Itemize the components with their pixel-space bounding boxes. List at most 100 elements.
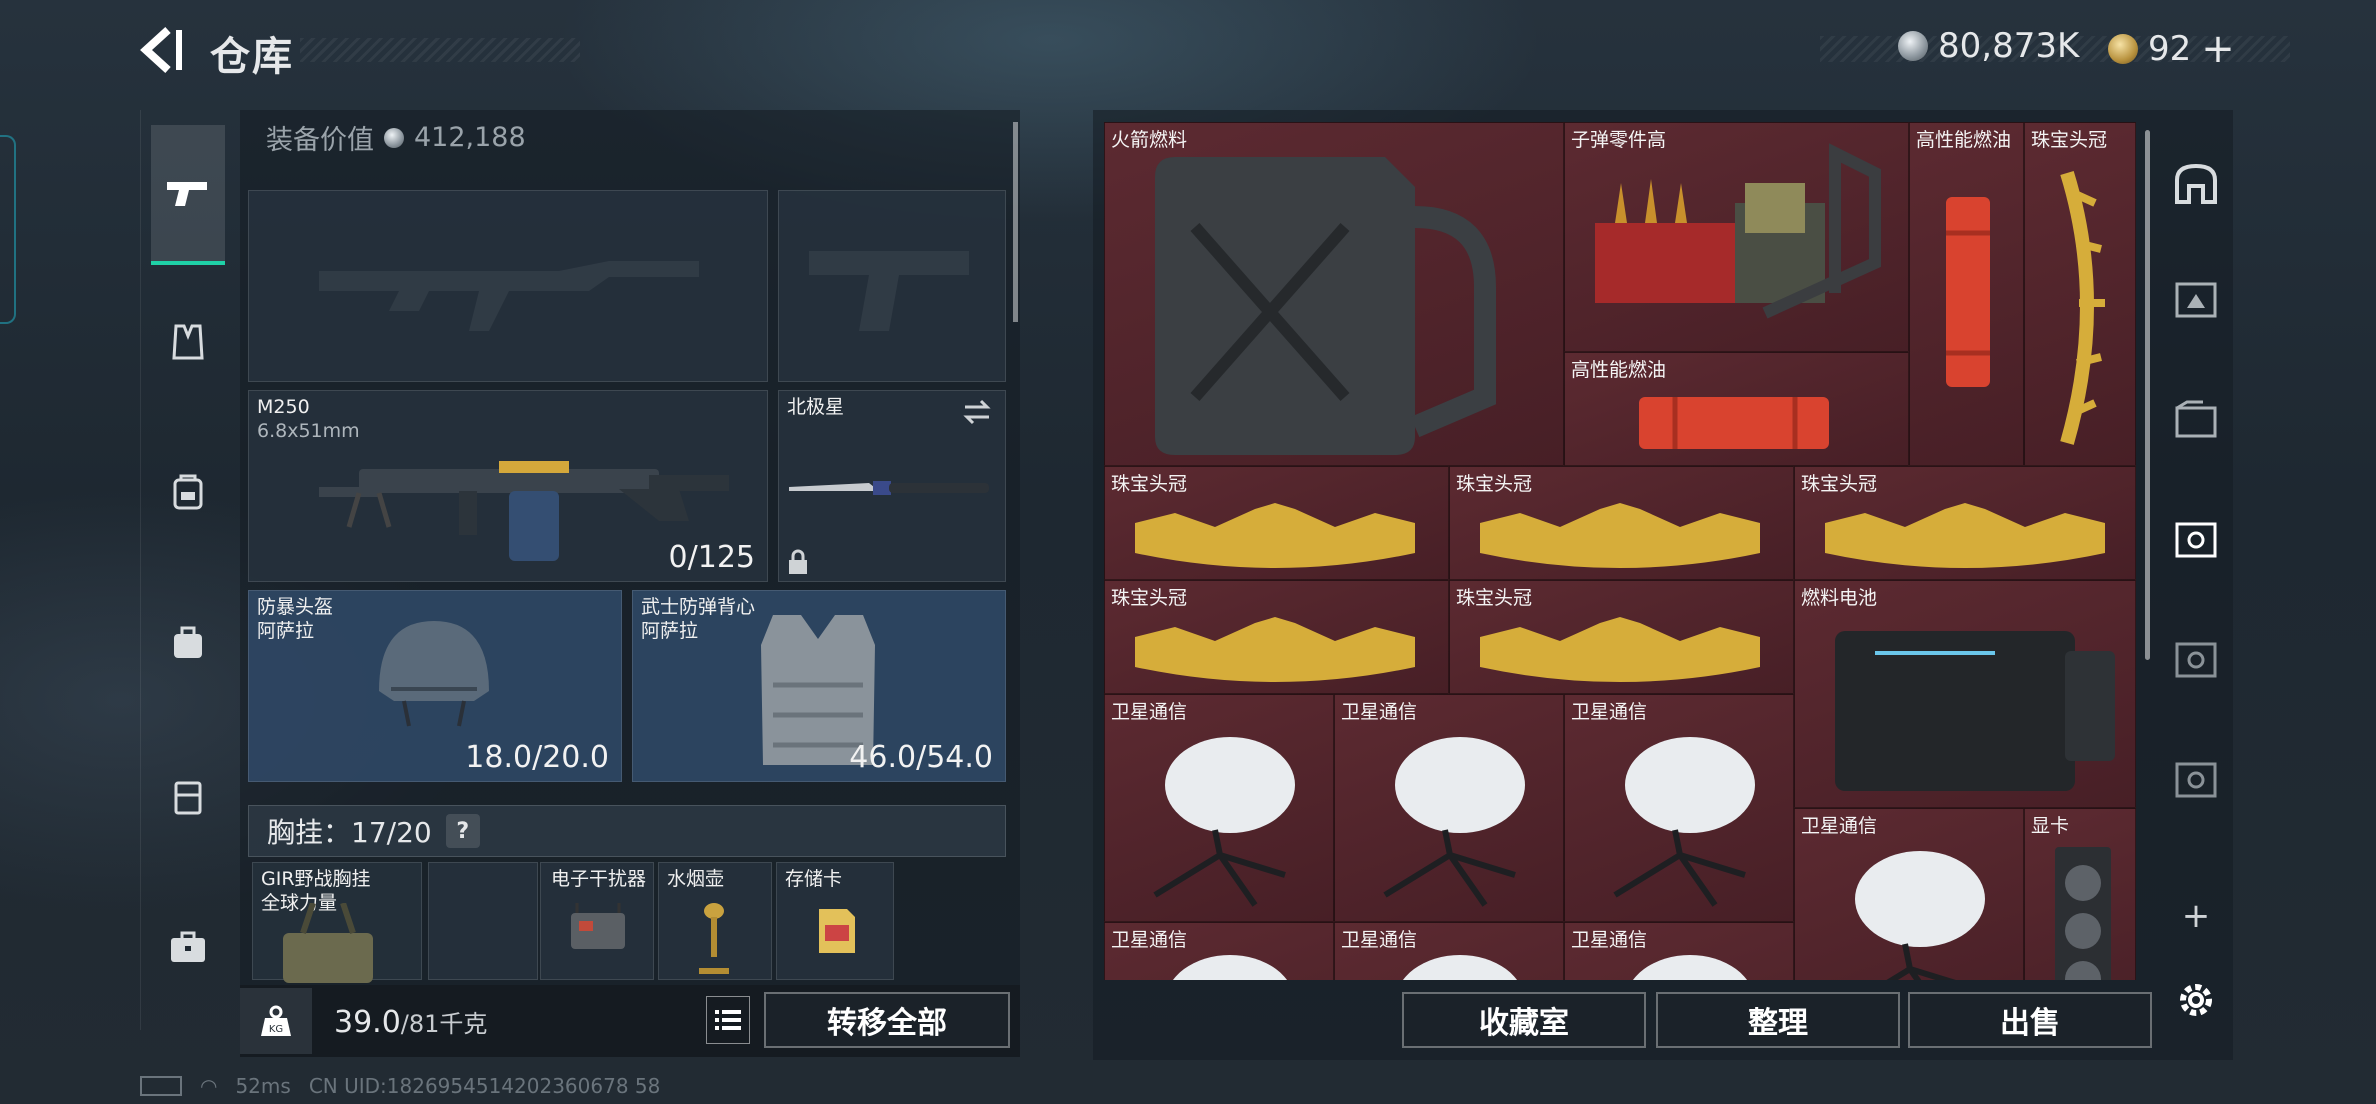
armor-faction: 阿萨拉 — [641, 620, 699, 642]
sell-button[interactable]: 出售 — [1908, 992, 2152, 1048]
bag-icon — [174, 626, 202, 658]
silver-coin-icon — [384, 127, 404, 148]
secondary-weapon-slot-empty[interactable] — [778, 190, 1006, 382]
rig-item-label: 电子干扰器 — [551, 868, 647, 890]
nav-chest-rig[interactable] — [151, 760, 225, 834]
stash-tab-2[interactable] — [2166, 270, 2226, 330]
helmet-label: 防暴头盔 阿萨拉 — [257, 595, 333, 643]
satellite-dish-image — [1402, 955, 1518, 980]
armor-name: 武士防弹背心 — [641, 596, 756, 618]
stash-item-satellite-comms[interactable]: 卫星通信 — [1104, 922, 1334, 980]
battery-icon — [140, 1076, 182, 1096]
equipment-value: 装备价值 412,188 — [266, 118, 526, 157]
equipment-scrollbar[interactable] — [1013, 122, 1018, 322]
stash-item-satellite-comms[interactable]: 卫星通信 — [1334, 922, 1564, 980]
help-icon[interactable]: ? — [445, 814, 480, 848]
stash-item-satellite-comms[interactable]: 卫星通信 — [1794, 808, 2024, 980]
nav-bag[interactable] — [151, 605, 225, 679]
add-gold-icon[interactable]: + — [2201, 26, 2235, 72]
rig-slot-empty[interactable] — [428, 862, 538, 980]
rig-item-jammer[interactable]: 电子干扰器 — [540, 862, 654, 980]
stash-item-high-perf-fuel-2[interactable]: 高性能燃油 — [1564, 352, 1909, 466]
stash-item-high-perf-fuel[interactable]: 高性能燃油 — [1909, 122, 2024, 466]
helmet-slot[interactable]: 防暴头盔 阿萨拉 18.0/20.0 — [248, 590, 622, 782]
left-nav — [140, 110, 235, 1030]
stash-tab-4[interactable] — [2166, 510, 2226, 570]
stash-item-jewel-crown[interactable]: 珠宝头冠 — [2024, 122, 2136, 466]
swap-icon[interactable] — [961, 399, 993, 425]
chest-rig-value: 17/20 — [351, 816, 432, 849]
stash-item-satellite-comms[interactable]: 卫星通信 — [1564, 922, 1794, 980]
helmet-image — [379, 621, 489, 727]
equipment-value-amount: 412,188 — [414, 122, 526, 153]
primary-weapon-slot-empty[interactable] — [248, 190, 768, 382]
rig-name: GIR野战胸挂 — [261, 868, 371, 890]
rig-item-hookah[interactable]: 水烟壶 — [658, 862, 772, 980]
weight-max: /81千克 — [400, 1010, 488, 1038]
melee-weapon-slot[interactable]: 北极星 — [778, 390, 1006, 582]
item-label: 珠宝头冠 — [1801, 473, 1878, 495]
nav-armor[interactable] — [151, 305, 225, 379]
item-label: 燃料电池 — [1801, 587, 1878, 609]
stash-item-fuel-cell[interactable]: 燃料电池 — [1794, 580, 2136, 808]
silver-coin-icon — [1898, 31, 1928, 61]
primary-weapon-slot[interactable]: M250 6.8x51mm 0/125 — [248, 390, 768, 582]
helmet-durability: 18.0/20.0 — [465, 740, 609, 775]
backpack-icon — [173, 474, 203, 510]
chest-rig-item[interactable]: GIR野战胸挂 全球力量 — [252, 862, 422, 983]
list-view-button[interactable] — [706, 996, 750, 1044]
nav-case[interactable] — [151, 910, 225, 984]
stash-item-rocket-fuel[interactable]: 火箭燃料 — [1104, 122, 1564, 466]
item-label: 卫星通信 — [1341, 701, 1418, 723]
nav-backpack[interactable] — [151, 455, 225, 529]
rig-item-label: 水烟壶 — [667, 868, 725, 890]
stash-tab-6[interactable] — [2166, 750, 2226, 810]
chest-rig-capacity: 胸挂：17/20 — [267, 816, 432, 849]
settings-button[interactable] — [2166, 970, 2226, 1030]
fuel-canister-image — [1639, 397, 1829, 449]
weapon-name: M250 — [257, 396, 310, 418]
item-label: 珠宝头冠 — [1111, 587, 1188, 609]
memory-card-image — [819, 909, 855, 953]
collection-room-button[interactable]: 收藏室 — [1402, 992, 1646, 1048]
nav-weapons[interactable] — [151, 125, 225, 265]
storage-tab-icon — [2175, 762, 2217, 798]
stash-item-ammo-parts[interactable]: 子弹零件高 — [1564, 122, 1909, 352]
crown-image — [1135, 617, 1415, 682]
stash-item-satellite-comms[interactable]: 卫星通信 — [1564, 694, 1794, 922]
stash-tab-3[interactable] — [2166, 390, 2226, 450]
stash-scrollbar[interactable] — [2145, 130, 2150, 660]
weight-readout: 39.0/81千克 — [334, 1004, 487, 1040]
satellite-dish-image — [1153, 737, 1295, 907]
crown-image — [1480, 617, 1760, 682]
back-button[interactable] — [138, 24, 186, 76]
stash-tab-main[interactable] — [2166, 154, 2226, 214]
weight-icon: KG — [261, 1005, 291, 1036]
sort-button[interactable]: 整理 — [1656, 992, 1900, 1048]
stash-item-jewel-crown[interactable]: 珠宝头冠 — [1794, 466, 2136, 580]
page-title: 仓库 — [210, 34, 294, 80]
armor-slot[interactable]: 武士防弹背心 阿萨拉 46.0/54.0 — [632, 590, 1006, 782]
settings-icon — [2180, 984, 2212, 1016]
lock-icon — [789, 549, 807, 574]
chest-rig-capacity-bar: 胸挂：17/20 ? — [248, 805, 1006, 857]
item-label: 珠宝头冠 — [1456, 587, 1533, 609]
stash-item-satellite-comms[interactable]: 卫星通信 — [1334, 694, 1564, 922]
stash-tab-5[interactable] — [2166, 630, 2226, 690]
status-bar: ◠ 52ms CN UID:1826954514202360678 58 — [140, 1074, 660, 1098]
stash-item-jewel-crown[interactable]: 珠宝头冠 — [1449, 466, 1794, 580]
add-stash-tab-button[interactable]: + — [2166, 886, 2226, 946]
gold-coin-icon — [2108, 34, 2138, 64]
rig-image — [283, 903, 373, 983]
stash-item-graphics-card[interactable]: 显卡 — [2024, 808, 2136, 980]
transfer-all-button[interactable]: 转移全部 — [764, 992, 1010, 1048]
stash-item-satellite-comms[interactable]: 卫星通信 — [1104, 694, 1334, 922]
gold-currency[interactable]: 92 + — [2108, 26, 2235, 72]
stash-item-jewel-crown[interactable]: 珠宝头冠 — [1104, 466, 1449, 580]
ping: 52ms — [235, 1074, 291, 1098]
stash-item-jewel-crown[interactable]: 珠宝头冠 — [1104, 580, 1449, 694]
rig-item-memory-card[interactable]: 存储卡 — [776, 862, 894, 980]
fuel-canister-image — [1946, 197, 1990, 387]
jerrycan-image — [1155, 157, 1496, 455]
stash-item-jewel-crown[interactable]: 珠宝头冠 — [1449, 580, 1794, 694]
